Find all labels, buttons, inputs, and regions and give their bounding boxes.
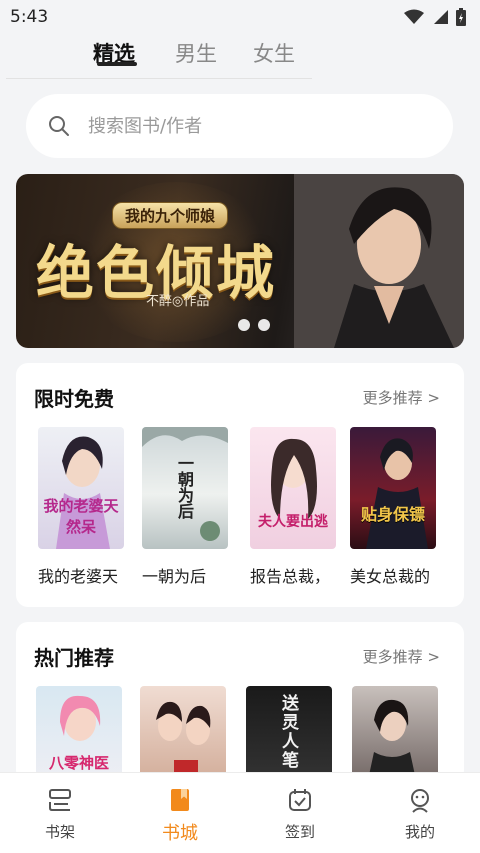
tab-male[interactable]: 男生 [175,38,217,68]
nav-bookshelf[interactable]: 书架 [20,787,100,842]
hot-section: 热门推荐 更多推荐 > 八零神医 送灵人笔 [16,622,464,808]
checkin-icon [289,789,311,811]
book-cover[interactable]: 一朝为后 [142,427,228,549]
profile-icon [411,789,429,813]
cover-title: 八零神医 [48,754,109,772]
bookshelf-icon [49,789,71,811]
tab-female[interactable]: 女生 [253,38,295,68]
nav-checkin[interactable]: 签到 [260,787,340,842]
tabs-divider [6,78,312,79]
book-item[interactable]: 夫人要出逃 报告总裁， [250,427,336,587]
cover-title: 夫人要出逃 [258,514,328,530]
tab-indicator [97,62,137,66]
bookstore-icon [171,789,189,811]
free-section: 限时免费 更多推荐 > 我的老婆天然呆 我的老婆天 一朝为后 一朝为后 夫人要出… [16,363,464,607]
cover-title: 我的老婆天然呆 [43,497,119,536]
search-bar[interactable] [26,94,453,158]
nav-label: 我的 [404,823,435,841]
banner-author: 不醉◎作品 [146,294,210,309]
more-recommendations-link[interactable]: 更多推荐 > [363,646,440,667]
search-icon [49,116,69,136]
nav-label: 书架 [44,823,75,841]
status-bar: 5:43 [0,0,480,34]
promo-banner[interactable]: 我的九个师娘 绝色倾城 不醉◎作品 [16,174,464,348]
section-title: 限时免费 [34,387,114,411]
book-title: 美女总裁的 [350,567,431,586]
banner-dot[interactable] [238,319,250,331]
banner-pagination [238,319,270,331]
book-cover[interactable]: 贴身保镖 [350,427,436,549]
wifi-icon [404,9,424,24]
cover-title: 贴身保镖 [360,505,425,524]
book-item[interactable]: 我的老婆天然呆 我的老婆天 [38,427,124,587]
nav-bookstore[interactable]: 书城 [140,787,220,845]
cover-title: 一朝为后 [175,455,194,519]
book-title: 一朝为后 [142,567,207,586]
channel-tabs: 精选 男生 女生 [0,34,480,80]
more-recommendations-link[interactable]: 更多推荐 > [363,387,440,408]
nav-profile[interactable]: 我的 [380,787,460,842]
nav-label: 书城 [162,823,198,844]
book-cover[interactable]: 我的老婆天然呆 [38,427,124,549]
book-cover[interactable]: 夫人要出逃 [250,427,336,549]
battery-icon [456,8,466,26]
status-icons [404,8,466,26]
nav-label: 签到 [284,823,315,841]
cover-illustration [366,438,428,549]
book-item[interactable]: 一朝为后 一朝为后 [142,427,228,587]
banner-subtitle: 我的九个师娘 [112,202,229,229]
signal-icon [434,10,448,24]
section-title: 热门推荐 [34,646,114,670]
book-title: 报告总裁， [250,567,331,586]
status-time: 5:43 [10,7,49,27]
bottom-navigation: 书架 书城 签到 我的 [0,772,480,853]
banner-character-illustration [294,174,464,348]
book-title: 我的老婆天 [38,567,119,586]
cover-title: 送灵人笔 [278,694,298,770]
book-item[interactable]: 贴身保镖 美女总裁的 [350,427,436,587]
search-input[interactable] [88,115,408,137]
banner-dot[interactable] [258,319,270,331]
